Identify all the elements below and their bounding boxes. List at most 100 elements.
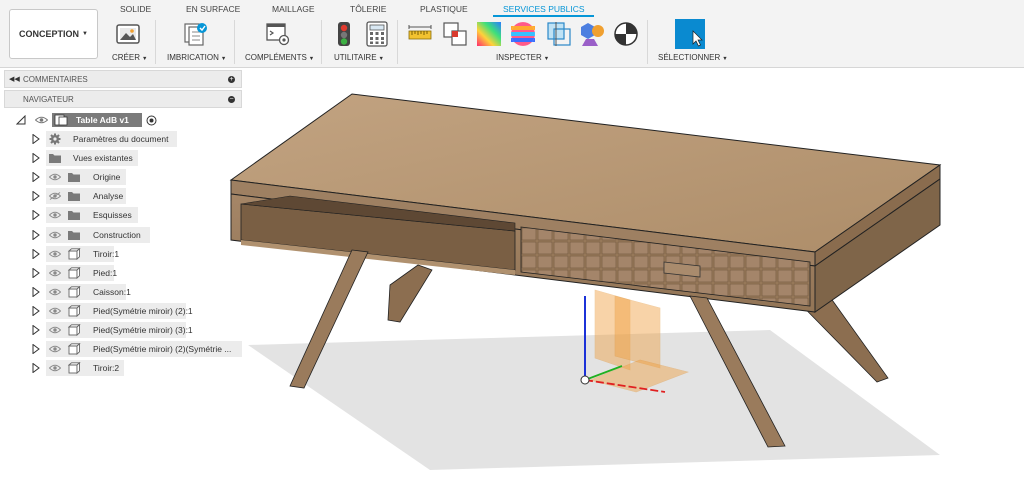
add-comment-icon[interactable]: +	[228, 75, 235, 83]
tree-item[interactable]: Tiroir:2	[0, 360, 245, 377]
triangle-collapsed-icon[interactable]	[32, 210, 40, 221]
tree-item[interactable]: Pied:1	[0, 264, 245, 281]
group-addins-dropdown[interactable]: COMPLÉMENTS ▼	[245, 53, 314, 62]
triangle-collapsed-icon[interactable]	[32, 344, 40, 355]
tree-item-label: Pied(Symétrie miroir) (2)(Symétrie ...	[93, 344, 232, 355]
tab-plastique[interactable]: PLASTIQUE	[420, 4, 468, 14]
chevron-down-icon: ▼	[220, 56, 227, 62]
triangle-expanded-icon[interactable]	[16, 115, 26, 125]
triangle-collapsed-icon[interactable]	[32, 248, 40, 259]
traffic-light-icon	[338, 22, 350, 46]
section-analysis-icon	[547, 22, 571, 46]
collapse-panel-icon[interactable]: ◀◀	[9, 75, 20, 83]
tree-item-label: Analyse	[93, 191, 124, 202]
tree-item[interactable]: Analyse	[0, 188, 245, 205]
eye-icon[interactable]	[49, 173, 61, 181]
addins-tool-button[interactable]	[264, 20, 292, 48]
eye-icon[interactable]	[35, 116, 48, 124]
group-create-dropdown[interactable]: CRÉER ▼	[112, 53, 147, 62]
group-create-label: CRÉER	[112, 53, 141, 62]
triangle-collapsed-icon[interactable]	[32, 325, 40, 335]
tab-en-surface[interactable]: EN SURFACE	[186, 4, 240, 14]
tab-maillage[interactable]: MAILLAGE	[272, 4, 315, 14]
image-canvas-icon	[116, 24, 140, 44]
triangle-collapsed-icon[interactable]	[32, 267, 40, 278]
triangle-collapsed-icon[interactable]	[32, 172, 40, 183]
curvature-tool-button[interactable]	[475, 20, 503, 48]
eye-icon[interactable]	[49, 307, 61, 315]
triangle-collapsed-icon[interactable]	[32, 305, 40, 316]
tree-item-label: Tiroir:2	[93, 363, 120, 374]
zebra-tool-button[interactable]	[509, 20, 537, 48]
tab-solide[interactable]: SOLIDE	[120, 4, 151, 14]
group-select-dropdown[interactable]: SÉLECTIONNER ▼	[658, 53, 728, 62]
group-utility-dropdown[interactable]: UTILITAIRE ▼	[334, 53, 384, 62]
chevron-down-icon: ▼	[378, 56, 384, 62]
tree-item[interactable]: Vues existantes	[0, 150, 245, 167]
measure-tool-button[interactable]	[406, 20, 434, 48]
triangle-collapsed-icon[interactable]	[32, 191, 40, 202]
tree-item[interactable]: Esquisses	[0, 207, 245, 224]
component-icon	[67, 247, 81, 260]
center-of-mass-tool-button[interactable]	[612, 20, 640, 48]
tree-item-label: Esquisses	[93, 210, 132, 221]
triangle-collapsed-icon[interactable]	[32, 229, 40, 240]
chevron-down-icon: ▼	[543, 56, 550, 62]
group-nesting-dropdown[interactable]: IMBRICATION ▼	[167, 53, 226, 62]
section-analysis-tool-button[interactable]	[545, 20, 573, 48]
separator	[321, 20, 322, 64]
tree-item-label: Vues existantes	[73, 153, 133, 164]
eye-icon[interactable]	[49, 364, 61, 372]
tree-item[interactable]: Paramètres du document	[0, 131, 245, 147]
tree-item[interactable]: Caisson:1	[0, 283, 245, 300]
calculator-tool-button[interactable]	[363, 20, 391, 48]
folder-icon	[68, 211, 80, 221]
group-addins-label: COMPLÉMENTS	[245, 53, 307, 62]
traffic-light-tool-button[interactable]	[330, 20, 358, 48]
eye-icon[interactable]	[49, 231, 61, 239]
eye-hidden-icon[interactable]	[49, 192, 61, 201]
component-color-tool-button[interactable]	[578, 20, 606, 48]
curvature-map-icon	[477, 22, 501, 46]
eye-icon[interactable]	[49, 250, 61, 258]
tree-item[interactable]: Construction	[0, 226, 245, 243]
navigator-panel-header[interactable]: NAVIGATEUR −	[4, 90, 242, 108]
calculator-icon	[366, 21, 388, 47]
eye-icon[interactable]	[49, 345, 61, 353]
radio-target-icon[interactable]	[146, 115, 157, 126]
comments-panel-header[interactable]: ◀◀ COMMENTAIRES +	[4, 70, 242, 88]
nesting-tool-button[interactable]	[181, 20, 209, 48]
tree-item[interactable]: Pied(Symétrie miroir) (2)(Symétrie ...	[0, 341, 245, 358]
component-icon	[67, 304, 81, 317]
gear-icon	[49, 133, 61, 145]
tab-tolerie[interactable]: TÔLERIE	[350, 4, 386, 14]
eye-icon[interactable]	[49, 288, 61, 296]
group-utility-label: UTILITAIRE	[334, 53, 377, 62]
group-inspect-dropdown[interactable]: INSPECTER ▼	[496, 53, 549, 62]
eye-icon[interactable]	[49, 269, 61, 277]
select-tool-button[interactable]	[675, 19, 705, 49]
tree-item-label: Paramètres du document	[73, 134, 169, 144]
tree-item[interactable]: Pied(Symétrie miroir) (2):1	[0, 302, 245, 319]
workspace-label: CONCEPTION	[19, 29, 80, 39]
workspace-switcher-button[interactable]: CONCEPTION ▼	[9, 9, 98, 59]
tree-item[interactable]: Tiroir:1	[0, 245, 245, 262]
tab-services-publics[interactable]: SERVICES PUBLICS	[503, 4, 585, 14]
navigator-label: NAVIGATEUR	[23, 94, 74, 104]
eye-icon[interactable]	[49, 211, 61, 219]
triangle-collapsed-icon[interactable]	[32, 286, 40, 297]
create-tool-button[interactable]	[114, 20, 142, 48]
comments-label: COMMENTAIRES	[23, 74, 88, 84]
group-select-label: SÉLECTIONNER	[658, 53, 721, 62]
group-inspect-label: INSPECTER	[496, 53, 542, 62]
tree-item[interactable]: Origine	[0, 169, 245, 186]
tree-item[interactable]: Pied(Symétrie miroir) (3):1	[0, 322, 245, 338]
eye-icon[interactable]	[49, 326, 61, 334]
interference-tool-button[interactable]	[441, 20, 469, 48]
triangle-collapsed-icon[interactable]	[32, 153, 40, 164]
triangle-collapsed-icon[interactable]	[32, 134, 40, 144]
triangle-collapsed-icon[interactable]	[32, 363, 40, 374]
collapse-navigator-icon[interactable]: −	[228, 95, 235, 103]
tree-root-row[interactable]: Table AdB v1	[0, 112, 240, 128]
component-icon	[67, 266, 81, 279]
